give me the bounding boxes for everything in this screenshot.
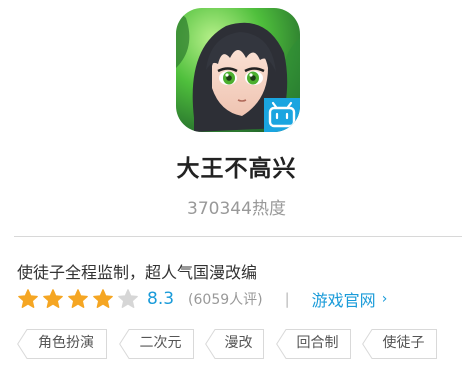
app-title: 大王不高兴 [176,156,297,182]
star-filled-icon [93,289,113,308]
app-icon[interactable] [176,8,300,132]
star-empty-icon [118,289,138,308]
official-site-label: 游戏官网 [311,291,376,310]
tag-label: 回合制 [296,335,339,351]
star-filled-icon [68,289,88,308]
rating-score: 8.3 [147,289,175,309]
chevron-right-icon: › [381,291,388,307]
divider [14,236,462,237]
heat-count: 370344热度 [187,199,286,219]
app-description: 使徒子全程监制，超人气国漫改编 [17,263,258,282]
rating-count: (6059人评) [188,292,263,308]
tag-label: 二次元 [139,335,182,351]
tag-item[interactable]: 漫改 [205,329,264,359]
separator: | [284,290,290,308]
rating-row: 8.3 (6059人评) | 游戏官网 › [17,287,387,311]
tag-label: 漫改 [224,335,253,351]
star-filled-icon [43,289,63,308]
tag-item[interactable]: 二次元 [119,329,194,359]
tag-item[interactable]: 角色扮演 [17,329,107,359]
official-site-link[interactable]: 游戏官网 › [312,287,388,311]
tag-label: 使徒子 [382,335,425,351]
tag-item[interactable]: 回合制 [276,329,351,359]
tag-item[interactable]: 使徒子 [362,329,437,359]
tag-label: 角色扮演 [38,335,94,351]
star-filled-icon [18,289,38,308]
anime-character-icon [176,8,300,132]
star-rating [17,288,142,310]
